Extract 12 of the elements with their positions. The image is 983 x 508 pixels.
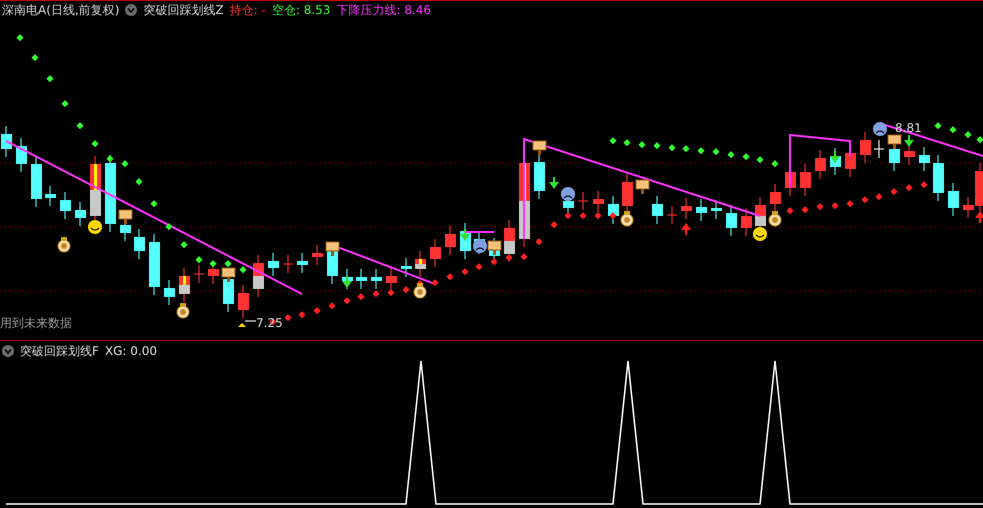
indicator-reading: 下降压力线: 8.46 (336, 2, 432, 18)
indicator-reading: XG: 0.00 (104, 344, 158, 358)
security-title: 深南电A(日线,前复权) (2, 2, 120, 18)
future-data-warning: 用到未来数据 (0, 315, 72, 332)
price-label: 8.81 (895, 121, 922, 135)
caret-icon[interactable] (2, 345, 14, 357)
indicator-name: 突破回踩划线F (20, 342, 99, 360)
price-label: 7.25 (256, 316, 283, 330)
indicator-reading: 空仓: 8.53 (272, 2, 330, 18)
indicator-name: 突破回踩划线Z (143, 2, 224, 18)
indicator-reading: 持仓: - (230, 2, 266, 18)
caret-icon[interactable] (125, 4, 138, 16)
